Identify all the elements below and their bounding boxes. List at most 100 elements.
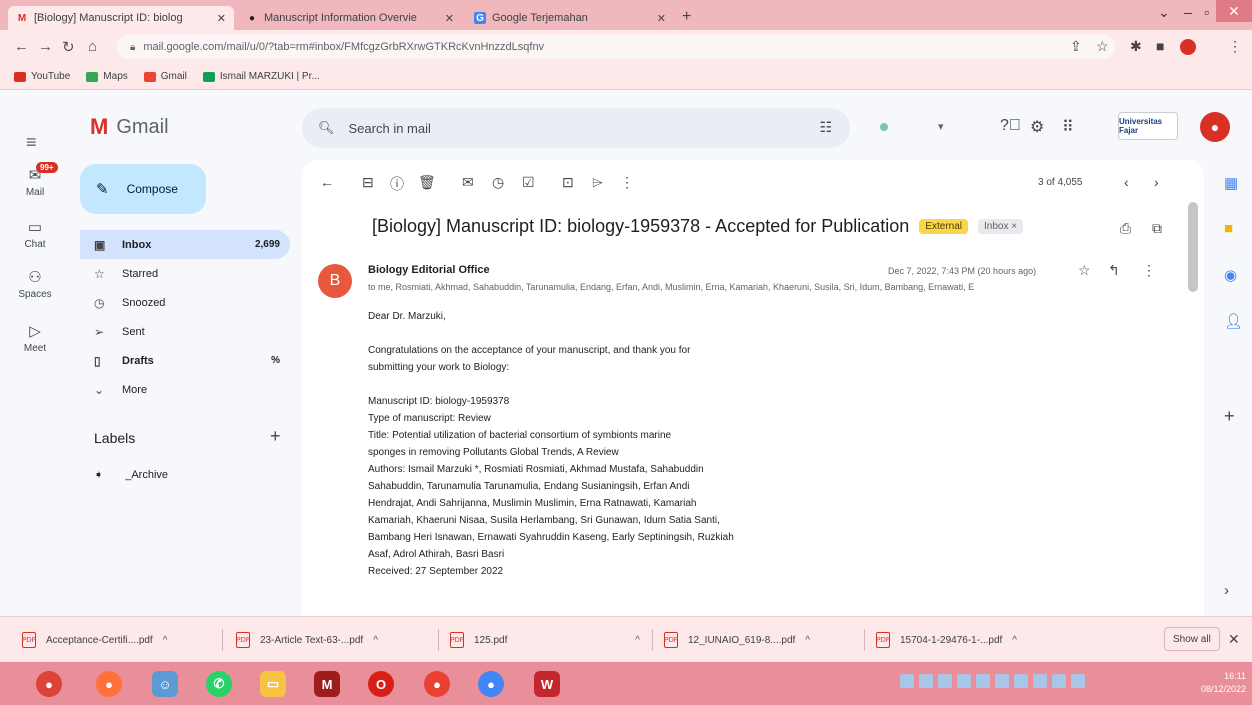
calendar-icon[interactable]: ▦: [1224, 174, 1238, 192]
tab-google-translate[interactable]: G Google Terjemahan ✕: [466, 6, 674, 30]
close-icon[interactable]: ✕: [1228, 631, 1240, 648]
download-item[interactable]: PDF 15704-1-29476-1-...pdf ^: [876, 627, 1017, 653]
rail-chat[interactable]: ▭ Chat: [0, 218, 70, 250]
taskbar-wps[interactable]: W: [522, 666, 572, 702]
more-options-icon[interactable]: ⋮: [1142, 262, 1156, 279]
tab-manuscript-info[interactable]: ● Manuscript Information Overvie ✕: [238, 6, 462, 30]
reply-icon[interactable]: ↰: [1108, 262, 1120, 279]
taskbar-chrome[interactable]: ●: [24, 666, 74, 702]
keep-icon[interactable]: ■: [1224, 220, 1233, 237]
print-icon[interactable]: ⎙: [1120, 220, 1131, 237]
expand-panel-icon[interactable]: ›: [1224, 582, 1229, 599]
nav-item-inbox[interactable]: ▣ Inbox 2,699: [80, 230, 290, 259]
label-tag-icon[interactable]: ⌲: [592, 174, 603, 191]
nav-item-sent[interactable]: ➢ Sent: [80, 317, 290, 346]
search-bar[interactable]: 🔍︎ Search in mail ☷: [302, 108, 850, 148]
close-icon[interactable]: ✕: [445, 12, 454, 25]
contacts-icon[interactable]: 👤︎: [1224, 312, 1243, 330]
back-to-inbox-icon[interactable]: ←: [320, 174, 334, 190]
reload-icon[interactable]: ↻: [62, 38, 75, 56]
profile-icon[interactable]: [1180, 39, 1196, 55]
delete-icon[interactable]: 🗑︎: [418, 174, 436, 191]
home-icon[interactable]: ⌂: [88, 38, 97, 55]
search-options-icon[interactable]: ☷: [819, 119, 832, 136]
nav-item-snoozed[interactable]: ◷ Snoozed: [80, 288, 290, 317]
menu-icon[interactable]: ⋮: [1228, 38, 1242, 55]
label-item-archive[interactable]: ➧ _Archive: [94, 468, 168, 482]
address-bar[interactable]: 🔒︎ mail.google.com/mail/u/0/?tab=rm#inbo…: [116, 35, 1116, 59]
taskbar-file-explorer[interactable]: ▭: [248, 666, 298, 702]
tab-biology-manuscript[interactable]: M [Biology] Manuscript ID: biolog ✕: [8, 6, 234, 30]
add-label-icon[interactable]: +: [270, 426, 281, 447]
account-organization-logo[interactable]: Universitas Fajar: [1118, 112, 1178, 140]
tasks-icon[interactable]: ◉: [1224, 266, 1237, 284]
status-selector[interactable]: ▾: [880, 120, 944, 133]
minimize-button[interactable]: –: [1184, 4, 1192, 20]
apps-grid-icon[interactable]: ⠿: [1062, 117, 1074, 137]
window-close-button[interactable]: ✕: [1216, 0, 1252, 22]
download-item[interactable]: PDF 12_IUNAIO_619-8....pdf ^: [664, 627, 810, 653]
get-addons-icon[interactable]: +: [1224, 406, 1235, 427]
bookmark-maps[interactable]: Maps: [86, 71, 128, 82]
taskbar-chrome-3[interactable]: ●: [466, 666, 516, 702]
open-new-window-icon[interactable]: ⧉: [1152, 220, 1162, 237]
taskbar-mendeley[interactable]: M: [302, 666, 352, 702]
inbox-tag[interactable]: Inbox ×: [978, 219, 1024, 234]
archive-icon[interactable]: ⊟: [362, 174, 374, 191]
nav-item-more[interactable]: ⌄ More: [80, 375, 290, 404]
bookmark-ismail-marzuki[interactable]: Ismail MARZUKI | Pr...: [202, 71, 320, 82]
mark-unread-icon[interactable]: ✉: [462, 174, 474, 191]
nav-item-starred[interactable]: ☆ Starred: [80, 259, 290, 288]
chevron-up-icon[interactable]: ^: [1012, 635, 1017, 646]
chevron-up-icon[interactable]: ^: [163, 635, 168, 646]
account-avatar[interactable]: ●: [1200, 112, 1230, 142]
search-icon[interactable]: 🔍︎: [318, 120, 335, 136]
compose-button[interactable]: ✎ Compose: [80, 164, 206, 214]
bookmark-star-icon[interactable]: ☆: [1096, 38, 1109, 55]
sidepanel-icon[interactable]: ■: [1156, 38, 1164, 54]
show-all-button[interactable]: Show all: [1164, 627, 1220, 651]
forward-icon[interactable]: →: [38, 38, 53, 55]
star-icon[interactable]: ☆: [1078, 262, 1091, 279]
help-icon[interactable]: ?⃝: [1000, 117, 1021, 135]
settings-icon[interactable]: ⚙: [1030, 117, 1044, 137]
new-tab-button[interactable]: +: [682, 8, 691, 26]
bookmark-youtube[interactable]: YouTube: [14, 71, 70, 82]
chevron-up-icon[interactable]: ^: [805, 635, 810, 646]
search-input[interactable]: Search in mail: [349, 121, 431, 136]
newer-icon[interactable]: ‹: [1124, 174, 1129, 190]
rail-meet[interactable]: ▷ Meet: [0, 322, 70, 354]
hamburger-menu-icon[interactable]: ≡: [26, 132, 37, 153]
tab-search-icon[interactable]: ⌄: [1158, 4, 1170, 21]
rail-spaces[interactable]: ⚇ Spaces: [0, 268, 70, 300]
add-to-tasks-icon[interactable]: ☑: [522, 174, 535, 191]
taskbar-firefox[interactable]: ●: [84, 666, 134, 702]
close-icon[interactable]: ✕: [217, 12, 226, 25]
download-item[interactable]: PDF Acceptance-Certifi....pdf ^: [22, 627, 167, 653]
snooze-icon[interactable]: ◷: [492, 174, 504, 191]
older-icon[interactable]: ›: [1154, 174, 1159, 190]
gmail-logo[interactable]: M Gmail: [90, 114, 169, 140]
bookmark-gmail[interactable]: Gmail: [143, 71, 187, 82]
taskbar-users[interactable]: ☺: [140, 666, 190, 702]
share-icon[interactable]: ⇪: [1070, 38, 1082, 55]
system-tray[interactable]: [900, 674, 1085, 688]
close-icon[interactable]: ✕: [657, 12, 666, 25]
back-icon[interactable]: ←: [14, 38, 29, 55]
rail-mail[interactable]: ✉ 99+ Mail: [0, 162, 70, 198]
move-to-icon[interactable]: ⊡: [562, 174, 574, 191]
taskbar-opera[interactable]: O: [356, 666, 406, 702]
maximize-button[interactable]: ▫: [1204, 4, 1209, 20]
recipients-line[interactable]: to me, Rosmiati, Akhmad, Sahabuddin, Tar…: [368, 282, 1118, 292]
extensions-icon[interactable]: ✱: [1130, 38, 1142, 55]
taskbar-whatsapp[interactable]: ✆: [194, 666, 244, 702]
download-item[interactable]: PDF 125.pdf ^: [450, 627, 640, 653]
taskbar-chrome-2[interactable]: ●: [412, 666, 462, 702]
more-options-icon[interactable]: ⋮: [620, 174, 634, 191]
message-scrollbar[interactable]: [1188, 202, 1198, 292]
nav-item-drafts[interactable]: ▯ Drafts %: [80, 346, 290, 375]
download-item[interactable]: PDF 23-Article Text-63-...pdf ^: [236, 627, 378, 653]
system-clock[interactable]: 16:11 08/12/2022: [1196, 670, 1246, 696]
report-spam-icon[interactable]: ⓘ: [390, 174, 404, 194]
chevron-up-icon[interactable]: ^: [373, 635, 378, 646]
